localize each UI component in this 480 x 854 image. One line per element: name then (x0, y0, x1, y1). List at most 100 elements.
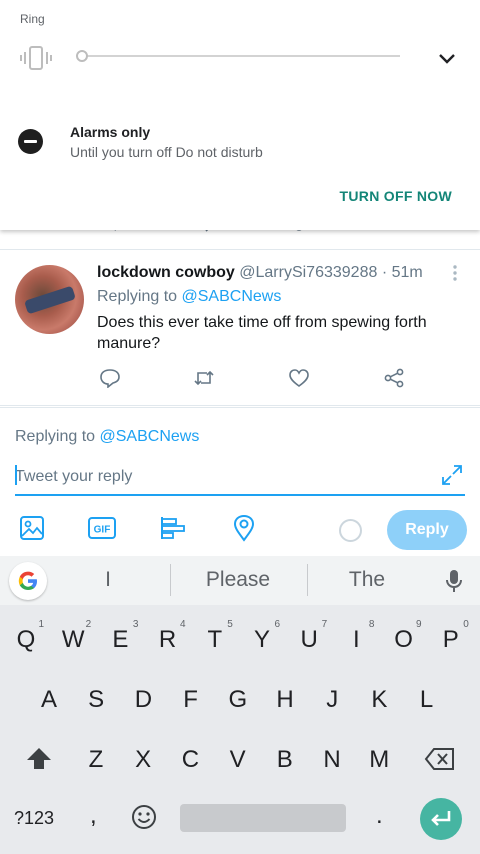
key-y[interactable]: Y6 (240, 614, 284, 666)
key-e[interactable]: E3 (98, 614, 142, 666)
key-label: T (207, 626, 223, 653)
key-f[interactable]: F (169, 674, 213, 726)
key-h[interactable]: H (263, 674, 307, 726)
composer-mention-link[interactable]: @SABCNews (100, 428, 200, 445)
vibrate-icon[interactable] (20, 45, 52, 71)
shift-key-icon[interactable] (24, 744, 54, 774)
composer-replying-to: Replying to @SABCNews (15, 428, 199, 446)
suggestion-2[interactable]: Please (178, 568, 298, 592)
avatar[interactable] (15, 265, 84, 334)
key-d[interactable]: D (121, 674, 165, 726)
key-u[interactable]: U7 (287, 614, 331, 666)
reply-icon[interactable] (102, 230, 118, 236)
tweet[interactable]: lockdown cowboy @LarrySi76339288 · 51m R… (0, 250, 480, 405)
key-label: X (135, 746, 152, 773)
key-label: S (88, 686, 105, 713)
replying-to-line: Replying to @SABCNews (97, 288, 281, 306)
key-k[interactable]: K (357, 674, 401, 726)
previous-tweet-actions (0, 230, 480, 248)
share-icon[interactable] (383, 368, 405, 388)
key-label: M (369, 746, 390, 773)
key-p[interactable]: P0 (429, 614, 473, 666)
key-t[interactable]: T5 (193, 614, 237, 666)
enter-key[interactable] (420, 798, 462, 840)
key-w[interactable]: W2 (51, 614, 95, 666)
retweet-icon[interactable] (193, 368, 215, 388)
key-number-hint: 3 (132, 619, 139, 630)
suggestion-3[interactable]: The (307, 568, 427, 592)
key-label: J (326, 686, 339, 713)
key-c[interactable]: C (168, 734, 212, 786)
retweet-icon[interactable] (196, 230, 212, 236)
key-label: I (353, 626, 360, 653)
space-key[interactable] (180, 804, 346, 832)
enter-icon (431, 811, 451, 826)
key-s[interactable]: S (74, 674, 118, 726)
suggestion-bar: I Please The (0, 556, 480, 605)
emoji-key-icon[interactable] (130, 803, 158, 831)
key-number-hint: 0 (463, 619, 469, 630)
location-icon[interactable] (230, 514, 258, 542)
key-r[interactable]: R4 (146, 614, 190, 666)
share-icon[interactable] (388, 230, 404, 236)
reply-icon[interactable] (99, 368, 121, 388)
gif-label: GIF (94, 525, 111, 536)
key-a[interactable]: A (27, 674, 71, 726)
poll-icon[interactable] (159, 514, 187, 542)
key-m[interactable]: M (357, 734, 401, 786)
key-label: F (183, 686, 198, 713)
reply-input[interactable] (15, 460, 465, 496)
key-label: D (134, 686, 153, 713)
symbols-key[interactable]: ?123 (14, 808, 54, 829)
key-n[interactable]: N (310, 734, 354, 786)
reply-button[interactable]: Reply (387, 510, 467, 550)
character-count-circle (339, 519, 362, 542)
like-icon[interactable] (291, 230, 307, 236)
key-number-hint: 5 (227, 619, 233, 630)
suggestion-divider (170, 564, 171, 596)
key-label: L (419, 686, 434, 713)
key-label: H (276, 686, 294, 713)
text-caret (15, 465, 17, 485)
key-x[interactable]: X (121, 734, 165, 786)
key-b[interactable]: B (263, 734, 307, 786)
key-j[interactable]: J (310, 674, 354, 726)
suggestion-1[interactable]: I (48, 568, 168, 592)
gif-icon[interactable]: GIF (88, 514, 116, 542)
key-o[interactable]: O9 (382, 614, 426, 666)
key-label: N (323, 746, 341, 773)
reply-composer: Replying to @SABCNews GIF Reply (0, 408, 480, 556)
key-g[interactable]: G (216, 674, 260, 726)
author-name[interactable]: lockdown cowboy (97, 264, 235, 281)
key-number-hint: 4 (180, 619, 186, 630)
key-number-hint: 2 (85, 619, 92, 630)
composer-divider (0, 405, 480, 406)
replying-mention-link[interactable]: @SABCNews (182, 288, 282, 305)
comma-key[interactable]: , (90, 802, 97, 830)
author-handle[interactable]: @LarrySi76339288 (239, 264, 377, 281)
key-i[interactable]: I8 (334, 614, 378, 666)
key-number-hint: 7 (321, 619, 328, 630)
key-v[interactable]: V (216, 734, 260, 786)
chevron-down-icon[interactable] (436, 48, 458, 70)
more-options-icon[interactable] (448, 264, 462, 282)
key-z[interactable]: Z (74, 734, 118, 786)
expand-composer-icon[interactable] (440, 463, 464, 487)
backspace-key-icon[interactable] (424, 746, 456, 772)
key-q[interactable]: Q1 (4, 614, 48, 666)
turn-off-now-button[interactable]: TURN OFF NOW (340, 188, 452, 204)
key-label: A (40, 686, 57, 713)
like-icon[interactable] (288, 368, 310, 388)
google-icon[interactable] (9, 562, 47, 600)
image-icon[interactable] (18, 514, 46, 542)
key-label: Z (88, 746, 104, 773)
volume-slider-track[interactable] (80, 55, 400, 57)
period-key[interactable]: . (376, 802, 383, 830)
volume-slider-thumb[interactable] (76, 50, 88, 62)
ring-stream-label: Ring (20, 12, 45, 26)
do-not-disturb-icon (18, 129, 43, 154)
dnd-mode-subtitle: Until you turn off Do not disturb (70, 144, 263, 160)
microphone-icon[interactable] (444, 569, 464, 593)
key-l[interactable]: L (405, 674, 449, 726)
key-label: C (181, 746, 200, 773)
